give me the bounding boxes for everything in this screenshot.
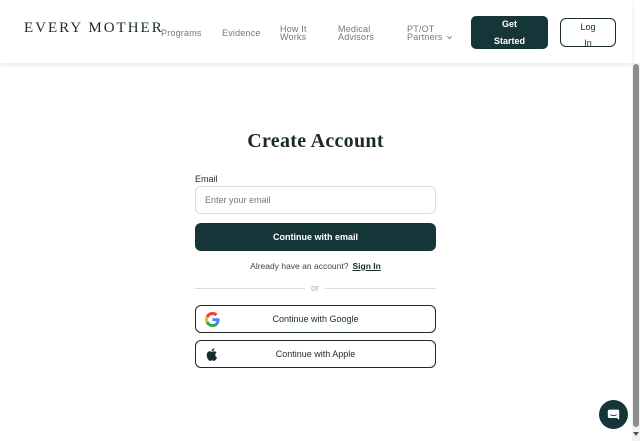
page-title: Create Account: [247, 130, 384, 152]
continue-with-email-button[interactable]: Continue with email: [195, 223, 436, 251]
chat-launcher-button[interactable]: [599, 400, 628, 429]
divider-right: [325, 288, 436, 289]
nav-medical-advisors[interactable]: Medical Advisors: [338, 25, 375, 42]
nav-label: Partners: [407, 32, 443, 42]
nav-evidence[interactable]: Evidence: [222, 28, 261, 38]
logo[interactable]: EVERY MOTHER: [24, 20, 164, 37]
scrollbar-thumb[interactable]: [633, 64, 639, 427]
chevron-down-icon: [446, 36, 452, 40]
continue-with-google-button[interactable]: Continue with Google: [195, 305, 436, 333]
divider-left: [195, 288, 305, 289]
button-label: Get: [501, 19, 517, 29]
button-label: Continue with Google: [272, 314, 359, 324]
nav-how-it-works[interactable]: How It Works: [280, 25, 307, 42]
nav-label-row: Partners: [407, 32, 453, 42]
email-input[interactable]: [195, 186, 436, 214]
email-label: Email: [195, 174, 218, 184]
button-label: Log: [580, 22, 596, 32]
sign-in-link[interactable]: Sign In: [352, 261, 380, 271]
log-in-button[interactable]: Log In: [560, 18, 616, 48]
sign-in-prompt: Already have an account? Sign In: [195, 261, 436, 271]
button-label: Continue with Apple: [275, 349, 356, 359]
continue-with-apple-button[interactable]: Continue with Apple: [195, 340, 436, 368]
nav-programs[interactable]: Programs: [161, 28, 202, 38]
get-started-button[interactable]: Get Started: [471, 16, 548, 49]
nav-label: Evidence: [222, 28, 261, 38]
scroll-down-arrow-icon[interactable]: [633, 432, 639, 436]
already-account-text: Already have an account?: [250, 261, 349, 271]
button-label: In: [584, 38, 592, 48]
button-label: Started: [493, 36, 525, 46]
site-header: EVERY MOTHER Programs Evidence How It Wo…: [0, 0, 632, 63]
divider-or: or: [310, 283, 319, 293]
apple-logo-icon: [206, 348, 217, 361]
scrollbar[interactable]: [632, 63, 640, 441]
nav-label: Works: [280, 32, 307, 42]
google-logo-icon: [205, 312, 220, 327]
nav-label: Programs: [161, 28, 202, 38]
nav-label: Advisors: [338, 32, 375, 42]
nav-pt-ot-partners[interactable]: PT/OT Partners: [407, 25, 453, 42]
chat-bubble-icon: [607, 409, 620, 420]
